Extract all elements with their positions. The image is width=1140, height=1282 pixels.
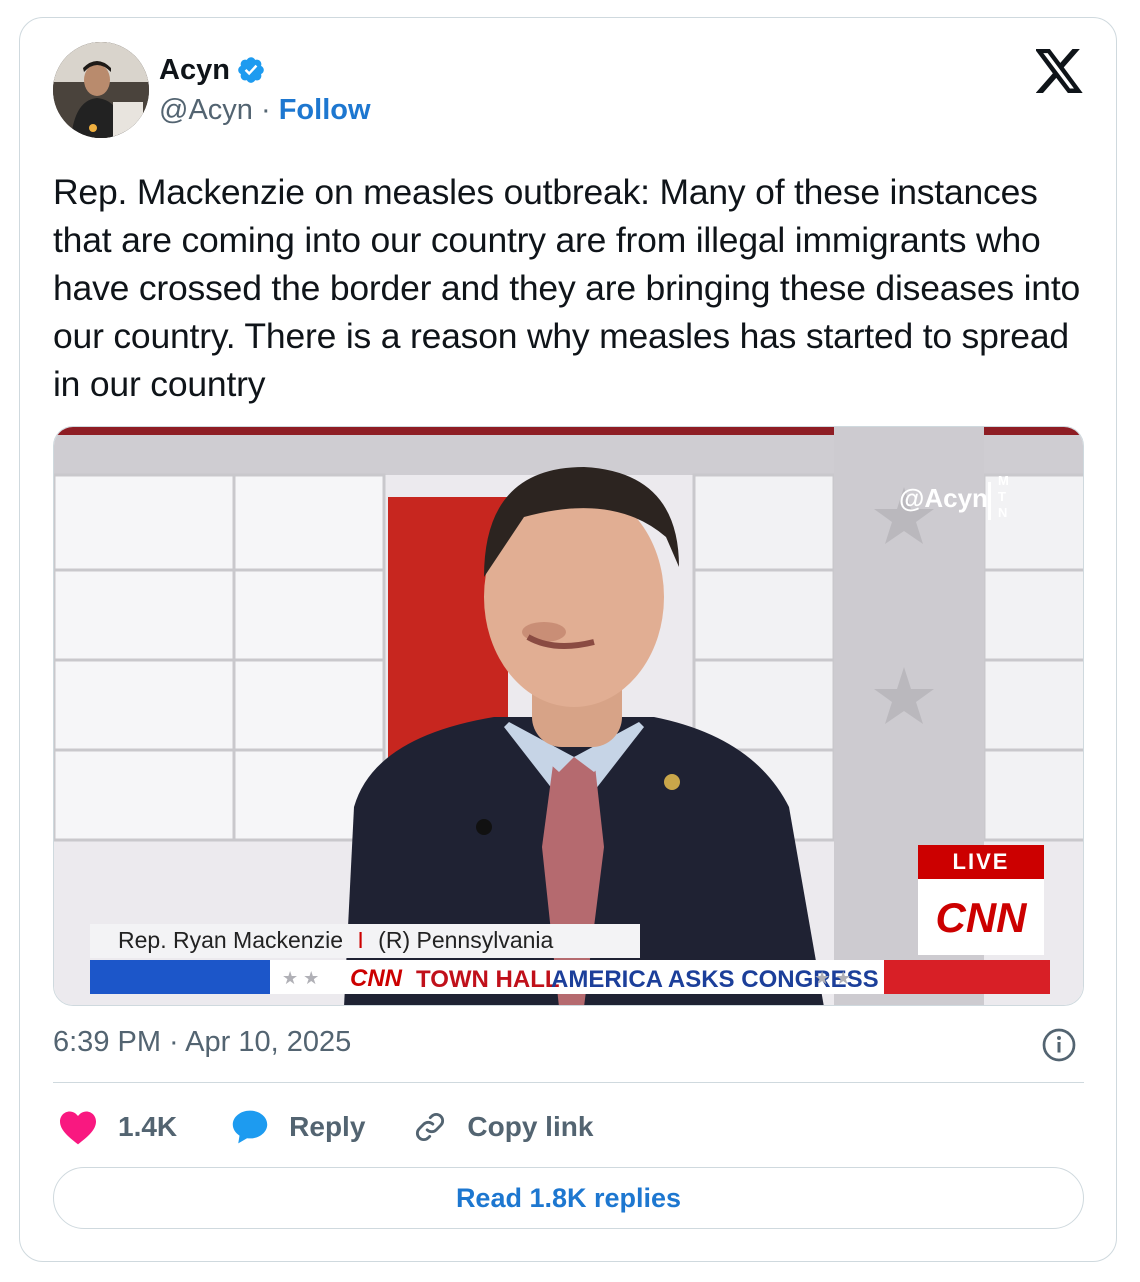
tweet-text: Rep. Mackenzie on measles outbreak: Many… bbox=[53, 172, 1081, 404]
divider bbox=[53, 1082, 1084, 1083]
author-name[interactable]: Acyn bbox=[159, 54, 230, 87]
copy-link-button[interactable]: Copy link bbox=[413, 1110, 593, 1144]
heart-icon bbox=[60, 1111, 96, 1145]
x-logo-icon[interactable] bbox=[1036, 49, 1084, 93]
avatar[interactable] bbox=[53, 42, 149, 138]
banner-town-hall: TOWN HALL bbox=[416, 966, 560, 993]
watermark-handle: @Acyn bbox=[899, 483, 988, 513]
reply-button[interactable]: Reply bbox=[231, 1109, 365, 1145]
read-replies-button[interactable]: Read 1.8K replies bbox=[53, 1167, 1084, 1229]
watermark-letter-n: N bbox=[998, 505, 1007, 520]
banner-network: CNN bbox=[350, 965, 403, 992]
tweet-card: Acyn @Acyn · Follow Rep. Mackenzie on me… bbox=[19, 17, 1117, 1262]
follow-button[interactable]: Follow bbox=[279, 94, 371, 127]
svg-text:Rep. Ryan Mackenzie I: Rep. Ryan Mackenzie I (R) Pennsylvania bbox=[118, 927, 554, 953]
verified-badge-icon bbox=[238, 57, 264, 83]
like-button[interactable]: 1.4K bbox=[58, 1109, 177, 1145]
watermark-letter-m: M bbox=[998, 473, 1009, 488]
handle-separator: · bbox=[252, 94, 279, 126]
lower-third-separator: I bbox=[357, 927, 363, 953]
tweet-media[interactable]: @Acyn M T N LIVE CNN Rep. Ryan Mackenzie… bbox=[53, 426, 1084, 1006]
svg-text:★ ★: ★ ★ bbox=[282, 968, 319, 988]
live-label: LIVE bbox=[953, 849, 1010, 874]
like-count: 1.4K bbox=[118, 1111, 178, 1142]
author-handle[interactable]: @Acyn bbox=[159, 94, 253, 127]
lower-third-party: (R) Pennsylvania bbox=[378, 927, 553, 953]
reply-label: Reply bbox=[289, 1111, 366, 1142]
video-frame: @Acyn M T N LIVE CNN Rep. Ryan Mackenzie… bbox=[54, 427, 1083, 1005]
watermark-letter-t: T bbox=[998, 489, 1006, 504]
link-icon bbox=[416, 1113, 445, 1141]
speech-bubble-icon bbox=[232, 1110, 268, 1144]
copy-link-label: Copy link bbox=[467, 1111, 594, 1142]
lower-third-name: Rep. Ryan Mackenzie bbox=[118, 927, 343, 953]
author-name-row: Acyn bbox=[159, 52, 266, 88]
action-bar: 1.4K Reply Copy link bbox=[58, 1103, 641, 1151]
svg-text:★ ★: ★ ★ bbox=[814, 968, 851, 988]
tweet-timestamp[interactable]: 6:39 PM · Apr 10, 2025 bbox=[53, 1026, 351, 1059]
cnn-logo: CNN bbox=[936, 894, 1029, 941]
author-handle-row: @Acyn · Follow bbox=[159, 94, 371, 127]
avatar-image bbox=[53, 42, 149, 138]
info-icon[interactable] bbox=[1041, 1027, 1077, 1063]
